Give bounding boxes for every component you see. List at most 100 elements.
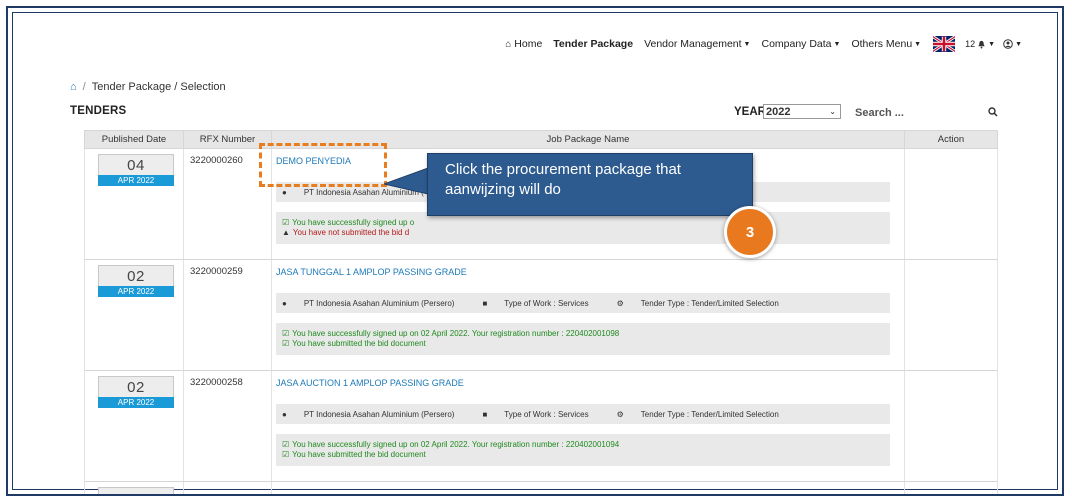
caret-down-icon: ▼ (833, 40, 841, 48)
caret-down-icon: ▼ (1015, 40, 1022, 48)
company-info: ● PT Indonesia Asahan Aluminium (Persero) (282, 410, 468, 419)
date-day: 04 (98, 154, 174, 175)
top-navigation: ⌂ Home Tender Package Vendor Management … (494, 36, 1022, 52)
signup-status-text: You have successfully signed up on 02 Ap… (292, 329, 620, 338)
chevron-down-icon: ⌄ (829, 107, 836, 116)
date-badge: 02 APR 2022 (98, 376, 174, 408)
package-status: ☑ You have successfully signed up on 02 A… (276, 323, 890, 355)
signup-status: ☑ You have successfully signed up o (282, 218, 414, 228)
package-status: ☑ You have successfully signed up on 02 A… (276, 434, 890, 466)
company-name: PT Indonesia Asahan Aluminium (Persero) (303, 409, 455, 419)
date-badge: 04 APR 2022 (98, 154, 174, 186)
company-info: ● PT Indonesia Asahan Aluminium (Persero) (282, 299, 468, 308)
table-row: 02 APR 2022 3220000258 JASA AUCTION 1 AM… (84, 371, 998, 482)
nav-tender-package[interactable]: Tender Package (553, 38, 633, 50)
date-month: APR 2022 (98, 397, 174, 408)
nav-vendor-management[interactable]: Vendor Management ▼ (644, 38, 750, 50)
step-number-badge: 3 (724, 206, 776, 258)
breadcrumb-path: Tender Package / Selection (91, 81, 226, 93)
briefcase-icon: ■ (482, 409, 488, 419)
rfx-number: 3220000259 (190, 266, 243, 277)
briefcase-icon: ■ (482, 298, 488, 308)
search-input[interactable] (853, 105, 977, 120)
cogs-icon: ⚙ (616, 409, 624, 419)
caret-down-icon: ▼ (914, 40, 922, 48)
notification-count: 12 (965, 39, 976, 49)
breadcrumb: ⌂ / Tender Package / Selection (70, 81, 226, 93)
map-marker-icon: ● (282, 409, 287, 419)
year-select[interactable]: 2022 ⌄ (763, 104, 841, 119)
notifications-button[interactable]: 12 ▼ (965, 39, 995, 49)
warning-icon: ▲ (282, 228, 290, 237)
job-package-cell (272, 482, 905, 494)
nav-tender-package-label: Tender Package (553, 38, 634, 50)
rfx-cell: 3220000259 (184, 260, 272, 370)
callout-pointer (384, 167, 428, 195)
check-square-icon: ☑ (282, 329, 290, 338)
work-type: Type of Work : Services (504, 298, 589, 308)
signup-status: ☑ You have successfully signed up on 02 A… (282, 329, 619, 339)
page-title: TENDERS (70, 105, 127, 117)
rfx-number: 3220000260 (190, 155, 243, 166)
action-cell (905, 260, 997, 370)
bell-icon (978, 40, 985, 49)
home-icon: ⌂ (505, 38, 512, 50)
nav-company-data[interactable]: Company Data ▼ (761, 38, 840, 50)
map-marker-icon: ● (282, 298, 287, 308)
map-marker-icon: ● (282, 187, 287, 197)
rfx-cell (184, 482, 272, 494)
job-package-cell: JASA AUCTION 1 AMPLOP PASSING GRADE ● PT … (272, 371, 905, 481)
signup-status-text: You have successfully signed up on 02 Ap… (292, 440, 620, 449)
nav-others-menu[interactable]: Others Menu ▼ (851, 38, 921, 50)
date-cell (85, 482, 184, 494)
date-month: APR 2022 (98, 286, 174, 297)
table-row (84, 482, 998, 494)
nav-home[interactable]: ⌂ Home (505, 38, 542, 50)
cogs-icon: ⚙ (616, 298, 624, 308)
breadcrumb-separator: / (82, 81, 86, 93)
instruction-callout: Click the procurement package that aanwi… (427, 153, 753, 216)
caret-down-icon: ▼ (988, 40, 996, 48)
bid-status-text: You have submitted the bid document (292, 339, 426, 348)
tender-type: Tender Type : Tender/Limited Selection (640, 409, 779, 419)
check-square-icon: ☑ (282, 339, 290, 348)
nav-home-label: Home (514, 38, 543, 50)
package-link[interactable]: JASA TUNGGAL 1 AMPLOP PASSING GRADE (276, 267, 467, 277)
uk-flag-icon[interactable] (933, 36, 956, 52)
rfx-number: 3220000258 (190, 377, 243, 388)
nav-company-data-label: Company Data (761, 38, 832, 50)
tender-type-info: ⚙ Tender Type : Tender/Limited Selection (617, 299, 793, 308)
rfx-cell: 3220000258 (184, 371, 272, 481)
home-icon[interactable]: ⌂ (70, 81, 77, 93)
action-cell (905, 371, 997, 481)
work-type: Type of Work : Services (504, 409, 589, 419)
bid-status: ☑ You have submitted the bid document (282, 339, 426, 349)
year-label: YEAR (734, 106, 766, 118)
package-link[interactable]: JASA AUCTION 1 AMPLOP PASSING GRADE (276, 378, 464, 388)
date-badge: 02 APR 2022 (98, 265, 174, 297)
user-circle-icon (1003, 39, 1013, 49)
screenshot-frame: ⌂ Home Tender Package Vendor Management … (6, 6, 1064, 496)
highlight-box (259, 143, 387, 187)
search-icon[interactable] (988, 107, 998, 117)
user-menu-button[interactable]: ▼ (1003, 39, 1022, 49)
tender-type-info: ⚙ Tender Type : Tender/Limited Selection (617, 410, 793, 419)
signup-status-text: You have successfully signed up o (292, 218, 415, 227)
bid-status-text: You have submitted the bid document (292, 450, 426, 459)
signup-status: ☑ You have successfully signed up on 02 A… (282, 440, 619, 450)
date-cell: 04 APR 2022 (85, 149, 184, 259)
table-header: Published Date RFX Number Job Package Na… (84, 130, 998, 149)
date-month: APR 2022 (98, 175, 174, 186)
bid-status-text: You have not submitted the bid d (292, 228, 410, 237)
package-status: ☑ You have successfully signed up o ▲ You … (276, 212, 890, 244)
check-square-icon: ☑ (282, 218, 290, 227)
action-cell (905, 482, 997, 494)
package-meta: ● PT Indonesia Asahan Aluminium (Persero)… (276, 404, 890, 424)
check-square-icon: ☑ (282, 450, 290, 459)
work-type-info: ■ Type of Work : Services (482, 299, 602, 308)
nav-vendor-management-label: Vendor Management (644, 38, 742, 50)
header-action: Action (937, 134, 965, 145)
action-cell (905, 149, 997, 259)
nav-others-menu-label: Others Menu (851, 38, 913, 50)
tender-type: Tender Type : Tender/Limited Selection (640, 298, 779, 308)
